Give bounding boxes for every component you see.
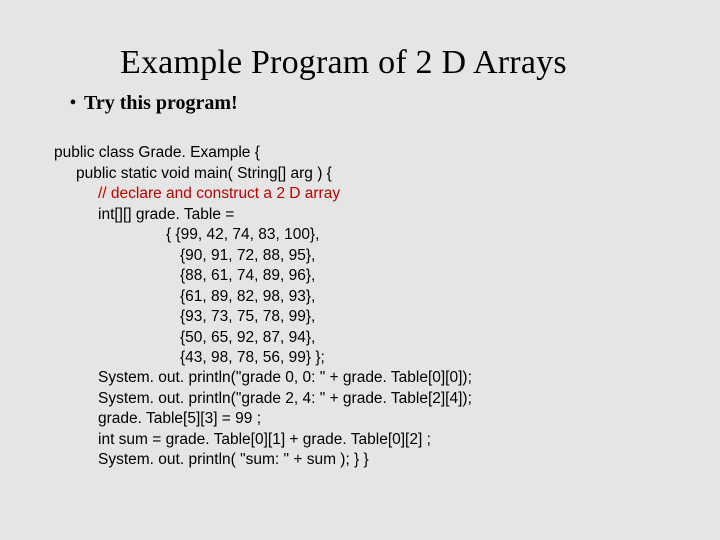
code-line: int[][] grade. Table = <box>54 205 234 225</box>
bullet-text: Try this program! <box>84 92 238 115</box>
code-comment: // declare and construct a 2 D array <box>54 184 340 204</box>
code-line: System. out. println( "sum: " + sum ); }… <box>54 450 369 470</box>
code-line: {88, 61, 74, 89, 96}, <box>54 266 315 286</box>
code-line: System. out. println("grade 2, 4: " + gr… <box>54 389 472 409</box>
code-line: {61, 89, 82, 98, 93}, <box>54 287 315 307</box>
bullet-item: • Try this program! <box>62 92 670 115</box>
code-line: public class Grade. Example { <box>54 144 260 161</box>
code-line: {50, 65, 92, 87, 94}, <box>54 328 315 348</box>
code-line: grade. Table[5][3] = 99 ; <box>54 409 261 429</box>
code-line: int sum = grade. Table[0][1] + grade. Ta… <box>54 430 431 450</box>
code-line: { {99, 42, 74, 83, 100}, <box>54 225 319 245</box>
code-block: public class Grade. Example { public sta… <box>54 123 670 471</box>
slide-title: Example Program of 2 D Arrays <box>50 44 670 82</box>
code-line: {43, 98, 78, 56, 99} }; <box>54 348 325 368</box>
code-line: {93, 73, 75, 78, 99}, <box>54 307 315 327</box>
code-line: public static void main( String[] arg ) … <box>54 164 332 184</box>
code-line: {90, 91, 72, 88, 95}, <box>54 246 315 266</box>
bullet-dot-icon: • <box>62 92 84 115</box>
slide: Example Program of 2 D Arrays • Try this… <box>0 0 720 540</box>
code-line: System. out. println("grade 0, 0: " + gr… <box>54 368 472 388</box>
